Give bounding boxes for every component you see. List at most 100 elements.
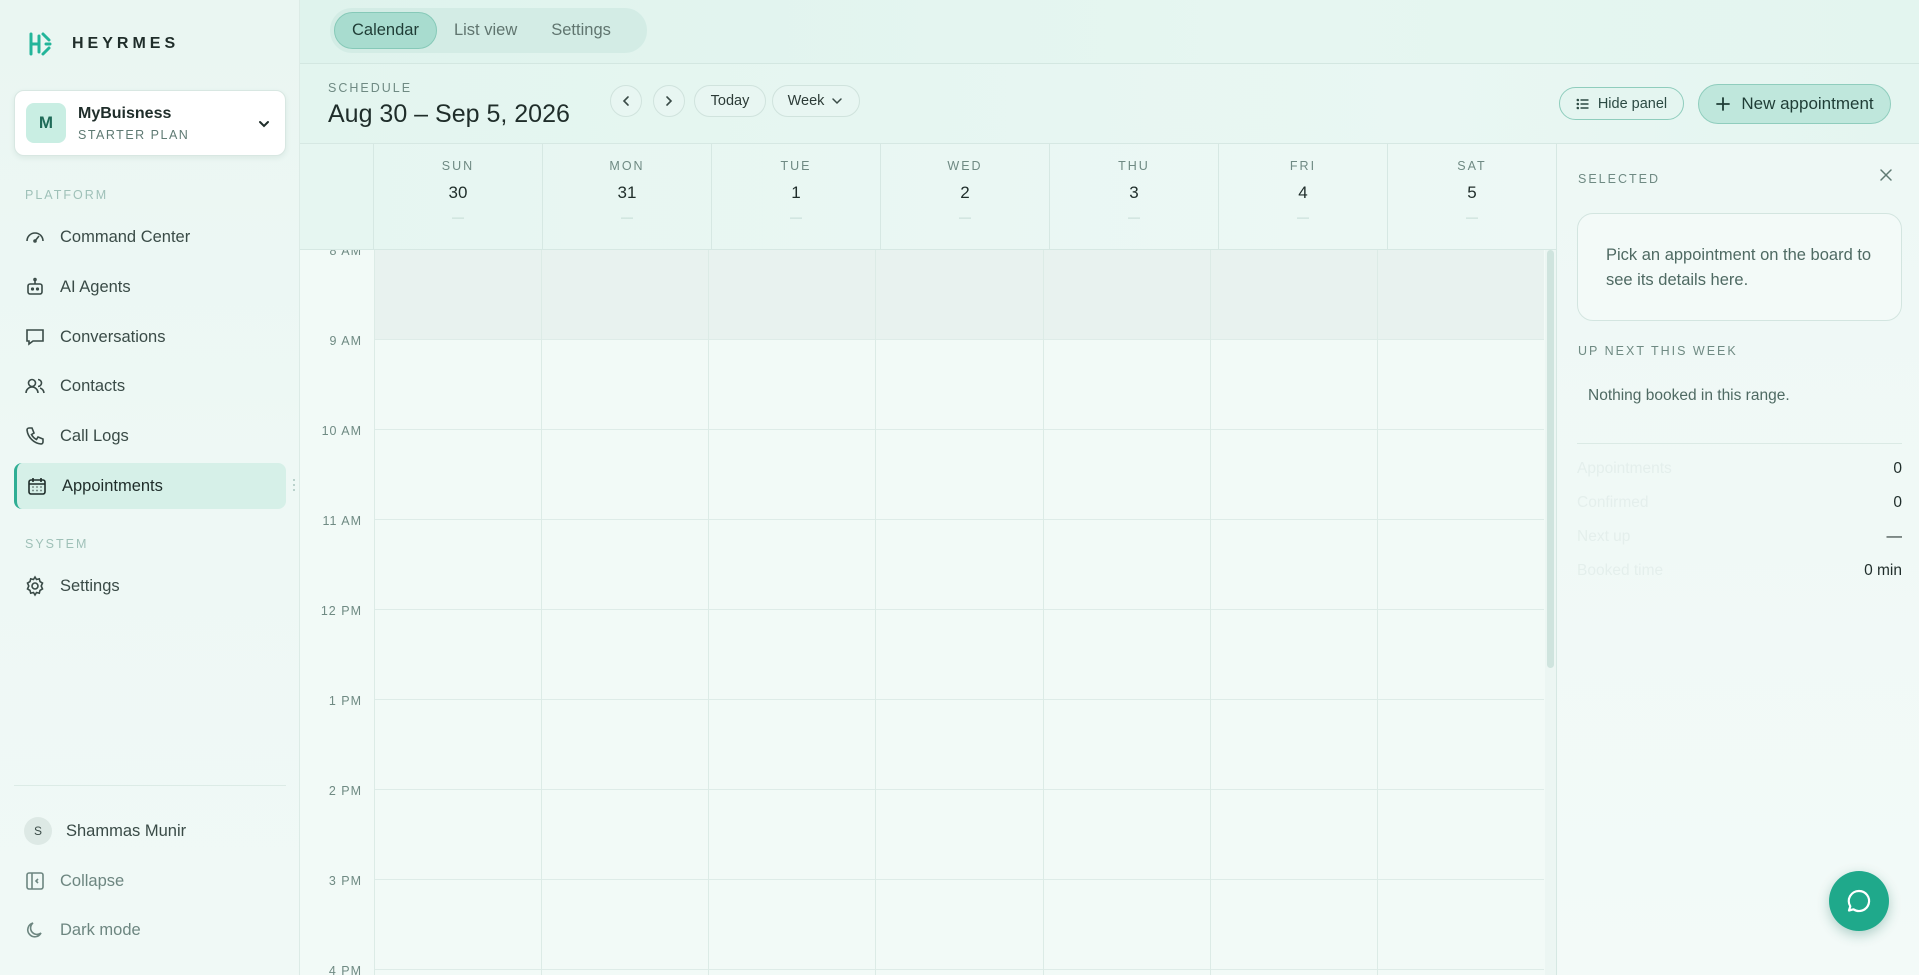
collapse-button[interactable]: Collapse (24, 870, 124, 892)
brand[interactable]: HEYRMES (26, 30, 179, 58)
day-of-week: SAT (1457, 159, 1487, 173)
chevron-left-icon (622, 96, 629, 106)
day-of-week: TUE (780, 159, 812, 173)
day-date: 4 (1298, 183, 1308, 202)
details-panel: SELECTED Pick an appointment on the boar… (1556, 144, 1919, 975)
hour-line (374, 699, 1544, 700)
sidebar-item-command-center[interactable]: Command Center (14, 214, 286, 260)
sidebar-item-label: Settings (60, 576, 120, 595)
day-column-divider (875, 250, 876, 975)
hour-line (374, 339, 1544, 340)
sidebar-item-contacts[interactable]: Contacts (14, 363, 286, 409)
grid-scroll-thumb[interactable] (1547, 250, 1554, 668)
day-header-fri[interactable]: FRI 4 — (1219, 144, 1388, 250)
day-column-divider (541, 250, 542, 975)
stat-row: Next up — (1577, 528, 1902, 548)
day-booking-marker: — (790, 210, 802, 224)
close-icon[interactable] (1879, 168, 1893, 182)
week-time-grid[interactable]: 8 AM 9 AM 10 AM 11 AM 12 PM 1 PM 2 PM 3 … (300, 250, 1556, 975)
day-booking-marker: — (1297, 210, 1309, 224)
business-switcher[interactable]: M MyBuisness STARTER PLAN (14, 90, 286, 156)
hour-label: 8 AM (329, 250, 362, 258)
gauge-icon (26, 232, 44, 243)
tab-calendar[interactable]: Calendar (334, 12, 437, 49)
hide-panel-button[interactable]: Hide panel (1559, 87, 1684, 120)
sidebar-item-conversations[interactable]: Conversations (14, 314, 286, 360)
day-of-week: FRI (1289, 159, 1317, 173)
day-header-thu[interactable]: THU 3 — (1050, 144, 1219, 250)
avatar: S (24, 817, 52, 845)
collapse-label: Collapse (60, 871, 125, 890)
heyrmes-logo-icon (29, 32, 52, 56)
selection-hint-text: Pick an appointment on the board to see … (1606, 246, 1872, 289)
view-tabs: Calendar List view Settings (330, 8, 647, 53)
chat-bubble-icon (1847, 889, 1871, 913)
today-label: Today (710, 93, 750, 109)
sidebar-item-label: AI Agents (60, 277, 131, 296)
day-header-sun[interactable]: SUN 30 — (374, 144, 543, 250)
sidebar-item-appointments[interactable]: Appointments (14, 463, 286, 509)
day-date: 5 (1467, 183, 1477, 202)
previous-week-button[interactable] (610, 85, 642, 117)
dark-mode-toggle[interactable]: Dark mode (24, 919, 141, 941)
day-header-tue[interactable]: TUE 1 — (712, 144, 881, 250)
sidebar-item-ai-agents[interactable]: AI Agents (14, 264, 286, 310)
hour-line (374, 429, 1544, 430)
stat-row: Appointments 0 (1577, 460, 1902, 480)
user-profile[interactable]: S Shammas Munir (24, 817, 186, 845)
schedule-label: SCHEDULE (328, 81, 413, 95)
moon-icon (27, 922, 42, 938)
day-date: 30 (448, 183, 468, 202)
selected-label: SELECTED (1578, 172, 1660, 186)
hour-label: 3 PM (328, 874, 362, 888)
day-header-wed[interactable]: WED 2 — (881, 144, 1050, 250)
business-avatar: M (26, 103, 66, 143)
sidebar-item-call-logs[interactable]: Call Logs (14, 413, 286, 459)
tab-settings[interactable]: Settings (534, 12, 628, 49)
day-column-divider (1043, 250, 1044, 975)
day-date: 1 (791, 183, 801, 202)
resize-handle-icon[interactable] (292, 478, 296, 492)
stat-value: 0 (1893, 460, 1902, 477)
day-header-mon[interactable]: MON 31 — (543, 144, 712, 250)
sidebar-item-label: Command Center (60, 227, 191, 246)
day-date: 2 (960, 183, 970, 202)
day-header-sat[interactable]: SAT 5 — (1388, 144, 1556, 250)
calendar-icon (28, 478, 46, 495)
hour-line (374, 609, 1544, 610)
view-select[interactable]: Week (772, 85, 860, 117)
selection-hint-card: Pick an appointment on the board to see … (1577, 213, 1902, 321)
day-column-divider (374, 250, 375, 975)
new-appointment-label: New appointment (1741, 94, 1874, 113)
day-booking-marker: — (1466, 210, 1478, 224)
day-booking-marker: — (621, 210, 633, 224)
sidebar-item-label: Conversations (60, 327, 166, 346)
users-icon (25, 378, 45, 394)
phone-icon (26, 427, 44, 445)
day-booking-marker: — (452, 210, 464, 224)
day-column-divider (1210, 250, 1211, 975)
stat-name: Appointments (1577, 460, 1672, 477)
dark-mode-label: Dark mode (60, 920, 141, 939)
sidebar-item-label: Call Logs (60, 426, 129, 445)
stat-name: Confirmed (1577, 494, 1649, 511)
hour-line (374, 879, 1544, 880)
sidebar-item-label: Appointments (62, 476, 163, 495)
new-appointment-button[interactable]: New appointment (1698, 84, 1891, 124)
day-of-week: MON (609, 159, 645, 173)
stat-name: Booked time (1577, 562, 1664, 579)
sidebar-divider (14, 785, 286, 786)
stat-row: Confirmed 0 (1577, 494, 1902, 514)
day-of-week: THU (1118, 159, 1150, 173)
sidebar-item-settings[interactable]: Settings (14, 563, 286, 609)
next-week-button[interactable] (653, 85, 685, 117)
today-button[interactable]: Today (694, 85, 766, 117)
tab-list-view[interactable]: List view (437, 12, 534, 49)
hour-label: 12 PM (320, 604, 362, 618)
up-next-label: UP NEXT THIS WEEK (1578, 344, 1738, 358)
chevron-right-icon (666, 96, 673, 106)
day-booking-marker: — (959, 210, 971, 224)
business-name: MyBuisness (78, 104, 172, 122)
day-column-divider (1377, 250, 1378, 975)
support-chat-button[interactable] (1829, 871, 1889, 931)
